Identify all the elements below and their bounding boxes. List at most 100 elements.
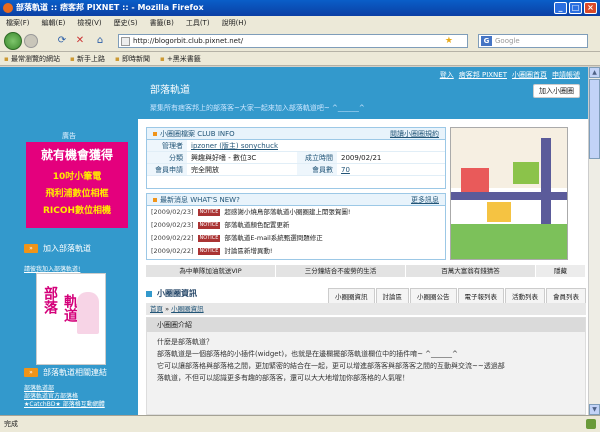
club-info-header: 小圈圈檔案 CLUB INFO 閱讀小圈圈規約	[147, 128, 445, 140]
intro-line: 部落軌道是一個部落格的小插件(widget)，也就是在邊欄擺部落軌道欄位中的插件…	[157, 350, 458, 358]
news-item[interactable]: [2009/02/23] NOTICE 部落軌道顏色配置更新	[147, 219, 445, 232]
news-text[interactable]: 部落軌道顏色配置更新	[224, 219, 289, 232]
info-key: 會員申請	[147, 164, 187, 175]
promo-tab[interactable]: 三分鐘結合不疲勞的生活	[276, 265, 406, 277]
tab-newsletters[interactable]: 電子報列表	[457, 288, 504, 303]
news-text[interactable]: 部落軌道E-mail系統甄選問題修正	[224, 232, 322, 245]
bullet-icon	[153, 198, 157, 202]
search-input[interactable]: G Google	[478, 34, 588, 48]
promo-tab[interactable]: 百萬大富翁有錢猜答	[406, 265, 536, 277]
close-button[interactable]: ×	[584, 2, 597, 14]
news-text[interactable]: 討論區新增異動!	[224, 245, 272, 258]
club-rules-link[interactable]: 閱讀小圈圈規約	[390, 128, 439, 140]
news-item[interactable]: [2009/02/22] NOTICE 部落軌道E-mail系統甄選問題修正	[147, 232, 445, 245]
news-item[interactable]: [2009/02/23] NOTICE 超感謝小燒鳥部落軌道小圈圈建上開張賀圖!	[147, 206, 445, 219]
related-link[interactable]: ★CatchBD★ 部落格互動網體	[24, 401, 105, 409]
badge-text: 軌道	[62, 294, 78, 322]
register-link[interactable]: 申請帳號	[552, 70, 580, 80]
image-grass	[451, 224, 567, 259]
address-bar[interactable]: http://blogorbit.club.pixnet.net/ ★	[118, 34, 468, 48]
join-title: 加入部落軌道	[43, 244, 91, 253]
news-text[interactable]: 超感謝小燒鳥部落軌道小圈圈建上開張賀圖!	[224, 206, 350, 219]
join-club-button[interactable]: 加入小圈圈	[533, 84, 580, 98]
ad-line: 就有機會獲得	[40, 148, 113, 162]
tab-forum[interactable]: 討論區	[375, 288, 409, 303]
related-link[interactable]: 部落軌道部	[24, 385, 105, 393]
stop-icon[interactable]: ✕	[74, 35, 86, 47]
addon-status-icon[interactable]	[586, 419, 596, 429]
breadcrumb: 首頁 » 小圈圈資訊	[146, 303, 586, 315]
member-count-link[interactable]: 70	[337, 164, 445, 175]
intro-line: 它可以讓部落格與部落格之間，更加緊密的結合在一起，更可以增進部落客與部落客之間的…	[157, 362, 505, 370]
tab-members[interactable]: 會員列表	[546, 288, 586, 303]
info-key: 分類	[147, 152, 187, 163]
back-button[interactable]	[4, 32, 22, 50]
info-key: 會員數	[297, 164, 337, 175]
club-badge-image[interactable]: 部落 軌道	[36, 273, 106, 365]
breadcrumb-home[interactable]: 首頁	[150, 305, 163, 313]
window-title-bar: 部落軌道 :: 痞客邦 PIXNET :: - Mozilla Firefox …	[0, 0, 600, 16]
tab-announcements[interactable]: 小圈圈公告	[410, 288, 457, 303]
promo-tabs: 為中華隊加油就送VIP 三分鐘結合不疲勞的生活 百萬大富翁有錢猜答 隱藏	[146, 265, 586, 277]
firefox-icon	[3, 3, 13, 13]
home-icon[interactable]: ⌂	[94, 35, 106, 47]
bookmark-item[interactable]: 即時新聞	[115, 52, 150, 65]
minimize-button[interactable]: _	[554, 2, 567, 14]
bookmark-item[interactable]: 新手上路	[70, 52, 105, 65]
image-house	[513, 162, 539, 184]
scroll-up-button[interactable]: ▲	[589, 67, 600, 78]
info-row: 管理者 ipzoner (版主) sonychuck	[147, 140, 445, 152]
breadcrumb-current[interactable]: 小圈圈資訊	[171, 305, 204, 313]
related-section-title: » 部落軌道相關連結	[24, 367, 107, 378]
forward-button[interactable]	[24, 34, 38, 48]
news-item[interactable]: [2009/02/22] NOTICE 討論區新增異動!	[147, 245, 445, 258]
tab-events[interactable]: 活動列表	[505, 288, 545, 303]
page-icon	[121, 37, 130, 46]
menu-bookmarks[interactable]: 書籤(B)	[150, 16, 174, 30]
reload-icon[interactable]: ⟳	[56, 35, 68, 47]
login-link[interactable]: 登入	[440, 70, 454, 80]
news-title: 最新消息 WHAT'S NEW?	[160, 196, 240, 204]
arrow-icon: »	[24, 244, 38, 253]
badge-character	[77, 292, 99, 334]
menu-file[interactable]: 檔案(F)	[6, 16, 30, 30]
manager-links[interactable]: ipzoner (版主) sonychuck	[187, 140, 278, 151]
site-header: 部落軌道 登入 痞客邦 PIXNET 小圈圈首頁 申請帳號 加入小圈圈 聚集所有…	[0, 67, 588, 119]
section-tabs: 小圈圈資訊 討論區 小圈圈公告 電子報列表 活動列表 會員列表	[327, 288, 586, 303]
news-header: 最新消息 WHAT'S NEW? 更多訊息	[147, 194, 445, 206]
status-bar: 完成	[0, 415, 600, 432]
tab-club-info[interactable]: 小圈圈資訊	[328, 288, 375, 303]
menu-tools[interactable]: 工具(T)	[186, 16, 210, 30]
related-links: 部落軌道部 部落軌道官方部落格 ★CatchBD★ 部落格互動網體	[24, 385, 105, 409]
ad-line: 10吋小筆電	[52, 172, 102, 182]
scroll-down-button[interactable]: ▼	[589, 404, 600, 415]
bookmark-item[interactable]: +黑米書籤	[160, 52, 201, 65]
bookmark-star-icon[interactable]: ★	[445, 35, 453, 47]
pixnet-link[interactable]: 痞客邦 PIXNET	[459, 70, 507, 80]
club-home-link[interactable]: 小圈圈首頁	[512, 70, 547, 80]
related-link[interactable]: 部落軌道官方部落格	[24, 393, 105, 401]
hide-promo-button[interactable]: 隱藏	[536, 265, 586, 277]
menu-view[interactable]: 檢視(V)	[77, 16, 101, 30]
search-placeholder: Google	[495, 37, 520, 45]
intro-line: 什麼是部落軌道？	[157, 338, 213, 346]
vertical-scrollbar[interactable]: ▲ ▼	[588, 67, 600, 415]
bookmark-item[interactable]: 最常瀏覽的網站	[4, 52, 60, 65]
header-links: 登入 痞客邦 PIXNET 小圈圈首頁 申請帳號	[440, 70, 580, 80]
info-row: 分類 興趣與好嗜 - 數位3C 成立時間 2009/02/21	[147, 152, 445, 164]
menu-history[interactable]: 歷史(S)	[114, 16, 138, 30]
image-house	[487, 202, 511, 222]
notice-badge: NOTICE	[197, 222, 221, 229]
more-news-link[interactable]: 更多訊息	[411, 194, 439, 206]
info-value: 2009/02/21	[341, 154, 382, 162]
scroll-thumb[interactable]	[589, 79, 600, 159]
club-info-title: 小圈圈檔案 CLUB INFO	[160, 130, 235, 138]
menu-edit[interactable]: 編輯(E)	[42, 16, 66, 30]
bullet-icon	[153, 132, 157, 136]
google-icon[interactable]: G	[481, 36, 492, 46]
promo-tab[interactable]: 為中華隊加油就送VIP	[146, 265, 276, 277]
maximize-button[interactable]: □	[569, 2, 582, 14]
ad-banner[interactable]: 就有機會獲得 10吋小筆電 飛利浦數位相框 RICOH數位相機	[26, 142, 128, 228]
join-link[interactable]: 請彼我加入部落軌道!	[24, 264, 80, 273]
menu-help[interactable]: 說明(H)	[222, 16, 247, 30]
